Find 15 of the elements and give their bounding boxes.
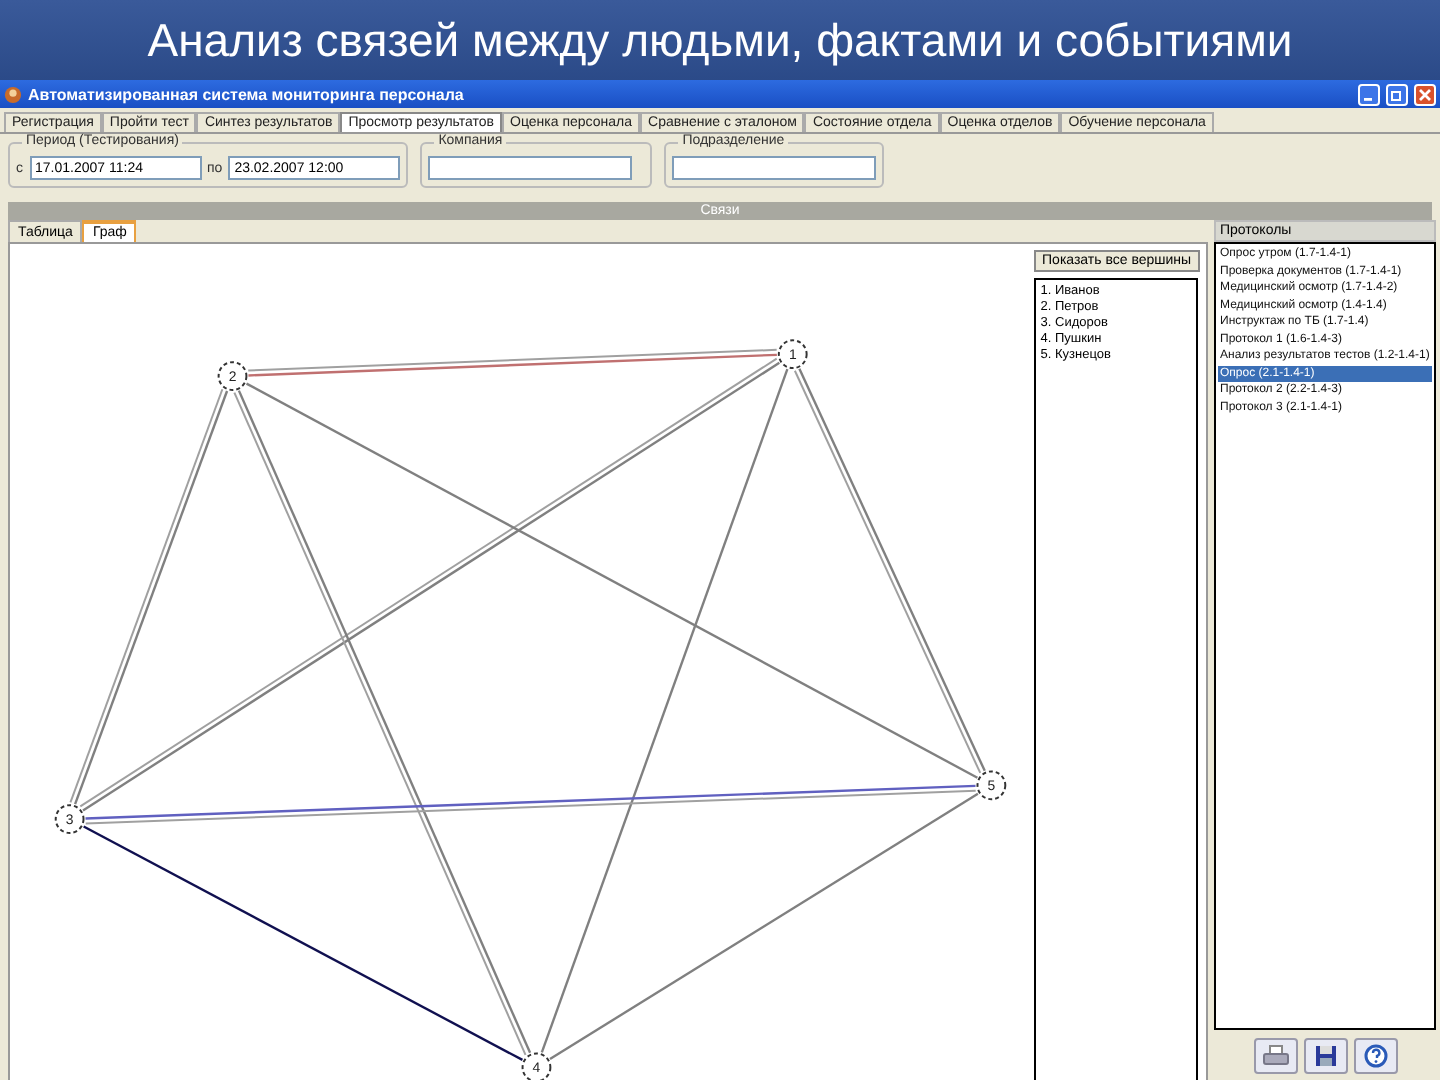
app-icon xyxy=(4,85,22,103)
help-icon xyxy=(1363,1044,1387,1068)
printer-icon xyxy=(1261,1044,1289,1068)
restore-icon xyxy=(1390,87,1404,101)
minimize-button[interactable] xyxy=(1358,83,1380,105)
help-button[interactable] xyxy=(1353,1038,1397,1074)
save-button[interactable] xyxy=(1303,1038,1347,1074)
slide-title: Анализ связей между людьми, фактами и событиями xyxy=(0,0,1440,80)
print-button[interactable] xyxy=(1253,1038,1297,1074)
window-title: Автоматизированная система мониторинга персонала xyxy=(28,85,466,103)
close-button[interactable] xyxy=(1414,83,1436,105)
close-icon xyxy=(1418,87,1432,101)
department-field[interactable] xyxy=(672,156,877,180)
restore-button[interactable] xyxy=(1386,83,1408,105)
company-field[interactable] xyxy=(428,156,633,180)
